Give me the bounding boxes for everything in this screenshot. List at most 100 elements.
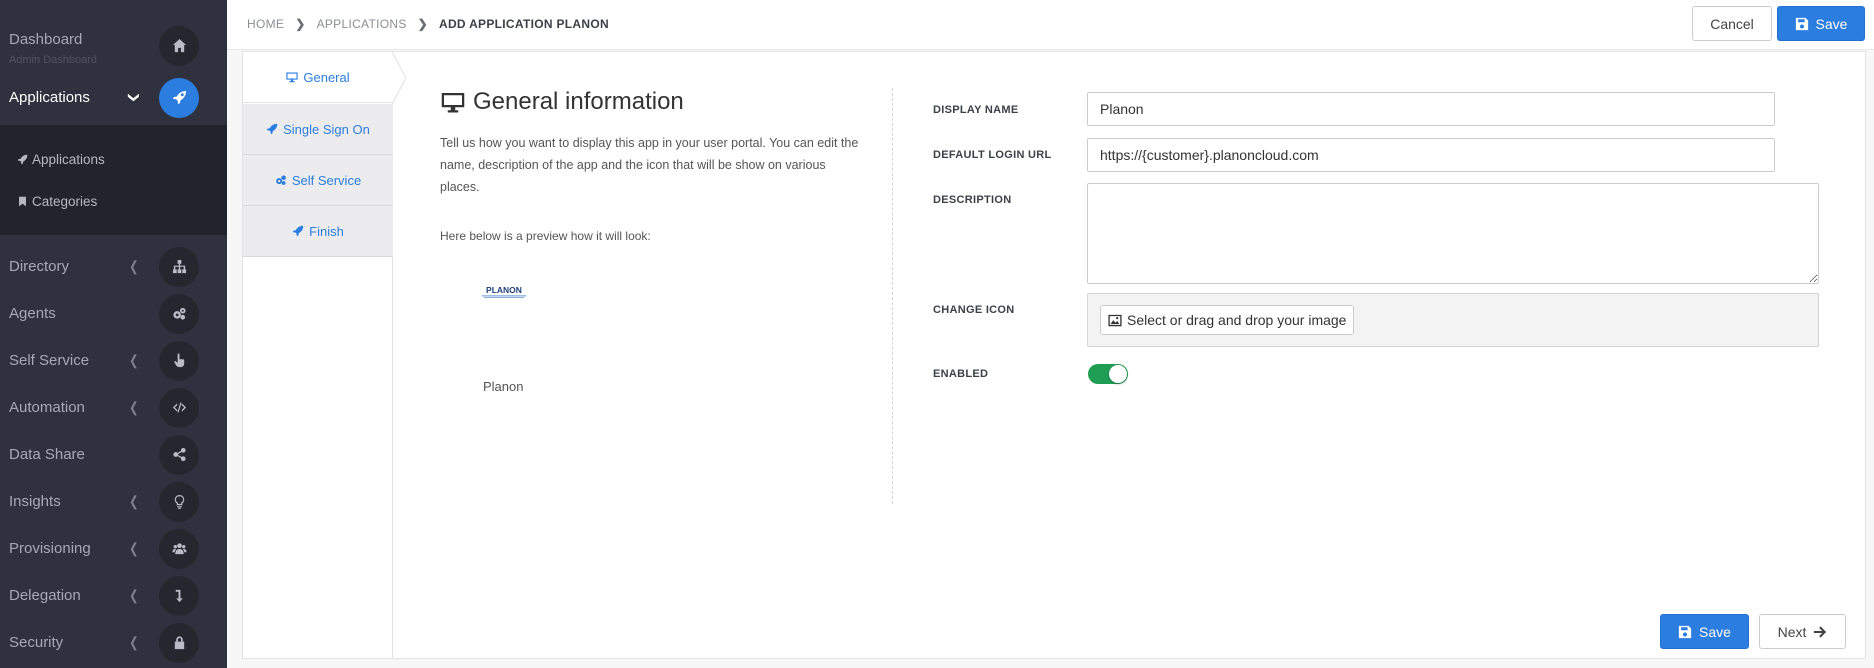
select-image-button[interactable]: Select or drag and drop your image [1100,305,1355,335]
sidebar-item-self-service[interactable]: Self Service ❮ [0,337,227,384]
desktop-icon [441,93,465,113]
lightbulb-icon [159,481,199,522]
sidebar-item-data-share[interactable]: Data Share [0,431,227,478]
display-name-label: DISPLAY NAME [933,104,1019,116]
cancel-button[interactable]: Cancel [1692,6,1772,41]
section-divider [892,88,893,504]
arrow-right-icon [1814,625,1827,638]
sidebar-subitem-label: Categories [32,194,98,209]
sidebar-subitem-label: Applications [32,152,105,167]
top-bar: HOME ❯ APPLICATIONS ❯ ADD APPLICATION PL… [227,0,1874,50]
rocket-icon [159,77,199,118]
save-button-label: Save [1815,15,1848,32]
sidebar-subitem-categories[interactable]: Categories [17,194,97,209]
breadcrumb: HOME ❯ APPLICATIONS ❯ ADD APPLICATION PL… [247,17,609,31]
chevron-left-icon: ❮ [129,258,139,274]
sidebar: Dashboard Admin Dashboard Applications ❯… [0,0,227,668]
app-name-preview: Planon [483,379,524,394]
sidebar-item-label: Self Service [9,352,90,369]
chevron-right-icon: ❯ [417,17,428,31]
save-button[interactable]: Save [1777,6,1865,41]
rocket-icon [17,154,28,165]
section-description: Tell us how you want to display this app… [440,136,859,194]
footer-save-label: Save [1699,623,1731,640]
cogs-icon [275,175,286,185]
save-icon [1678,625,1692,638]
sidebar-item-automation[interactable]: Automation ❮ [0,384,227,431]
desktop-icon [286,72,298,83]
sidebar-item-security[interactable]: Security ❮ [0,619,227,666]
app-logo-preview: PLANON [479,284,529,305]
bookmark-icon [19,196,26,207]
chevron-right-icon: ❯ [295,17,306,31]
tab-general[interactable]: General [243,52,393,103]
sidebar-item-insights[interactable]: Insights ❮ [0,478,227,525]
rocket-icon [292,225,304,237]
tab-label: Finish [309,223,344,239]
sidebar-item-label: Provisioning [9,540,91,557]
sidebar-item-directory[interactable]: Directory ❮ [0,243,227,290]
home-icon [159,25,199,66]
cancel-button-label: Cancel [1710,15,1754,32]
sidebar-item-delegation[interactable]: Delegation ❮ [0,572,227,619]
level-down-icon [159,575,199,616]
next-button[interactable]: Next [1759,614,1846,649]
section-title: General information [440,88,860,116]
sidebar-item-label: Applications [9,89,90,106]
sidebar-item-label: Insights [9,493,61,510]
wizard-card: General Single Sign On Self Service Fini… [242,51,1866,659]
sidebar-item-label: Delegation [9,587,81,604]
wizard-tabs: General Single Sign On Self Service Fini… [243,52,406,659]
breadcrumb-home[interactable]: HOME [247,17,284,31]
sidebar-item-agents[interactable]: Agents [0,290,227,337]
save-icon [1795,17,1808,30]
sidebar-subitem-applications[interactable]: Applications [17,152,105,167]
sidebar-item-label: Directory [9,258,70,275]
share-icon [159,434,199,475]
tab-self-service[interactable]: Self Service [243,155,393,206]
tab-label: Self Service [291,172,362,188]
code-icon [159,387,199,428]
tab-label: Single Sign On [283,121,370,137]
preview-label: Here below is a preview how it will look… [440,229,651,243]
breadcrumb-current: ADD APPLICATION PLANON [439,17,609,31]
chevron-left-icon: ❮ [129,634,139,650]
cogs-icon [159,293,199,334]
tab-label: General [303,69,350,85]
active-tab-arrow [392,52,406,104]
default-login-url-input[interactable] [1087,138,1775,172]
sitemap-icon [159,246,199,287]
breadcrumb-applications[interactable]: APPLICATIONS [317,17,407,31]
chevron-left-icon: ❮ [129,399,139,415]
sidebar-item-label: Dashboard [9,31,83,48]
users-icon [159,528,199,569]
lock-icon [159,622,199,663]
sidebar-item-sublabel: Admin Dashboard [9,54,98,66]
default-login-url-label: DEFAULT LOGIN URL [933,149,1052,161]
sidebar-item-provisioning[interactable]: Provisioning ❮ [0,525,227,572]
sidebar-item-label: Security [9,634,64,651]
tab-finish[interactable]: Finish [243,206,393,257]
toggle-knob [1109,365,1127,383]
sidebar-item-label: Agents [9,305,56,322]
chevron-left-icon: ❮ [129,587,139,603]
sidebar-submenu: Applications Categories [0,125,227,235]
tab-single-sign-on[interactable]: Single Sign On [243,104,393,155]
general-information-panel: General information Tell us how you want… [440,88,860,394]
description-label: DESCRIPTION [933,194,1012,206]
icon-dropzone[interactable]: Select or drag and drop your image [1087,293,1819,347]
sidebar-item-label: Data Share [9,446,85,463]
display-name-input[interactable] [1087,92,1775,126]
chevron-left-icon: ❮ [129,352,139,368]
description-textarea[interactable] [1087,183,1819,284]
enabled-label: ENABLED [933,368,989,380]
sidebar-item-applications[interactable]: Applications ❯ [0,74,227,121]
rocket-icon [266,123,278,135]
app-logo-text: PLANON [486,285,522,295]
footer-save-button[interactable]: Save [1660,614,1749,649]
image-icon [1108,314,1122,326]
enabled-toggle[interactable] [1088,364,1128,384]
chevron-left-icon: ❮ [129,493,139,509]
section-title-text: General information [473,88,684,115]
chevron-left-icon: ❮ [129,540,139,556]
